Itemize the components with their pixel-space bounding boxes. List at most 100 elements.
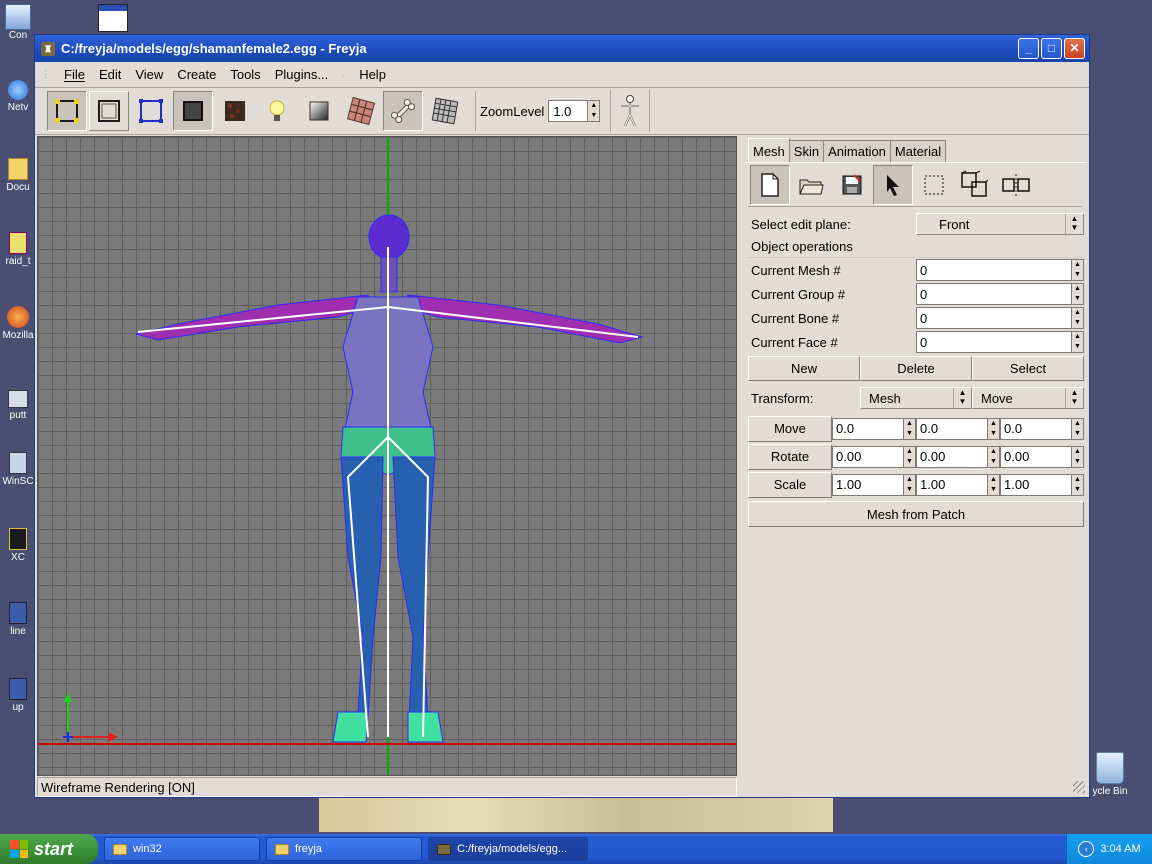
select-button[interactable]: Select [972,356,1084,381]
bone-icon [391,99,415,123]
zoom-input[interactable] [548,100,589,122]
mirror-button[interactable] [996,165,1036,205]
menu-file[interactable]: File [64,67,85,82]
current-mesh-input[interactable] [916,259,1072,281]
scale-button[interactable]: Scale [748,471,832,498]
desktop-icon-raid[interactable]: raid_t [0,232,36,267]
current-bone-spinner[interactable]: ▲ ▼ [1072,307,1084,329]
desktop-icon-network[interactable]: Netv [0,80,36,113]
taskbar-item-freyja-folder[interactable]: freyja [266,837,422,861]
mirror-cube-icon [1002,173,1030,196]
menu-edit[interactable]: Edit [99,67,121,82]
vertex-select-tool[interactable] [47,91,87,131]
scale-x-input[interactable] [832,473,904,496]
tab-mesh[interactable]: Mesh [748,138,790,162]
desktop-icon-documents[interactable]: Docu [0,158,36,193]
mesh-tab-content: Select edit plane: Front ▲ ▼ Object opera… [745,162,1087,527]
texture-render-tool[interactable] [215,91,255,131]
new-file-button[interactable] [750,164,790,205]
chevron-left-icon[interactable]: ‹ [1078,841,1095,857]
desktop-icon-up[interactable]: up [0,678,36,713]
spin-up-icon[interactable]: ▲ [588,101,599,111]
box-select-button[interactable] [914,165,954,205]
scale-z-input[interactable] [1000,473,1072,496]
tab-animation[interactable]: Animation [823,140,891,162]
move-button[interactable]: Move [748,415,832,442]
mesh-from-patch-button[interactable]: Mesh from Patch [748,501,1084,527]
gizmo-z [63,732,73,742]
wireframe-model[interactable] [38,137,737,776]
transform-target-select[interactable]: Mesh ▲ ▼ [860,387,972,409]
menu-tools[interactable]: Tools [230,67,260,82]
close-button[interactable]: ✕ [1064,38,1085,59]
delete-button[interactable]: Delete [860,356,972,381]
status-bar: Wireframe Rendering [ON] [37,777,737,797]
current-group-spinner[interactable]: ▲ ▼ [1072,283,1084,305]
clock[interactable]: 3:04 AM [1100,843,1140,855]
zoom-spinner[interactable]: ▲ ▼ [588,100,601,122]
rotate-y-input[interactable] [916,445,988,468]
face-select-tool[interactable] [89,91,129,131]
current-group-input[interactable] [916,283,1072,305]
mesh-grid-tool[interactable] [341,91,381,131]
spin-down-icon[interactable]: ▼ [588,111,599,121]
move-y-input[interactable] [916,417,988,440]
rotate-y-spinner[interactable]: ▲ ▼ [988,445,1000,468]
current-bone-input[interactable] [916,307,1072,329]
rotate-x-spinner[interactable]: ▲ ▼ [904,445,916,468]
move-x-input[interactable] [832,417,904,440]
minimize-button[interactable]: _ [1018,38,1039,59]
desktop-icon-shortcut[interactable] [98,4,128,32]
current-face-input[interactable] [916,331,1072,353]
scale-y-input[interactable] [916,473,988,496]
desktop-icon-winscp[interactable]: WinSC [0,452,36,487]
scale-z-spinner[interactable]: ▲ ▼ [1072,473,1084,496]
move-z-spinner[interactable]: ▲ ▼ [1072,417,1084,440]
rotate-button[interactable]: Rotate [748,443,832,470]
new-button[interactable]: New [748,356,860,381]
current-mesh-spinner[interactable]: ▲ ▼ [1072,259,1084,281]
app-icon [9,528,27,550]
scale-x-spinner[interactable]: ▲ ▼ [904,473,916,496]
save-file-button[interactable] [832,165,872,205]
desktop-icon-xc[interactable]: XC [0,528,36,563]
solid-render-tool[interactable] [173,91,213,131]
open-file-button[interactable] [791,165,831,205]
edit-plane-select[interactable]: Front ▲ ▼ [916,213,1084,235]
lighting-tool[interactable] [257,91,297,131]
material-tool[interactable] [299,91,339,131]
move-y-spinner[interactable]: ▲ ▼ [988,417,1000,440]
transform-mode-select[interactable]: Move ▲ ▼ [972,387,1084,409]
scale-y-spinner[interactable]: ▲ ▼ [988,473,1000,496]
duplicate-button[interactable] [955,165,995,205]
desktop-icon-line[interactable]: line [0,602,36,637]
desktop-icon-putty[interactable]: putt [0,390,36,421]
rotate-x-input[interactable] [832,445,904,468]
tab-skin[interactable]: Skin [788,140,825,162]
menu-plugins[interactable]: Plugins... [275,67,328,82]
tab-material[interactable]: Material [889,140,947,162]
model-viewport[interactable] [37,136,737,776]
resize-grip[interactable] [1073,781,1085,793]
skeleton-view-button[interactable] [610,90,651,132]
move-x-spinner[interactable]: ▲ ▼ [904,417,916,440]
current-face-spinner[interactable]: ▲ ▼ [1072,331,1084,353]
edge-select-tool[interactable] [131,91,171,131]
menu-create[interactable]: Create [177,67,216,82]
taskbar-item-freyja-app[interactable]: C:/freyja/models/egg... [428,837,588,861]
move-z-input[interactable] [1000,417,1072,440]
rotate-z-input[interactable] [1000,445,1072,468]
panel-tabs: Mesh Skin Animation Material [745,136,1087,162]
start-button[interactable]: start [0,834,98,864]
taskbar-item-win32[interactable]: win32 [104,837,260,861]
title-bar[interactable]: ♜ C:/freyja/models/egg/shamanfemale2.egg… [35,35,1089,62]
rotate-z-spinner[interactable]: ▲ ▼ [1072,445,1084,468]
menu-help[interactable]: Help [359,67,386,82]
grid-tool[interactable] [425,91,465,131]
menu-view[interactable]: View [135,67,163,82]
select-pointer-button[interactable] [873,164,913,205]
desktop-icon-computer[interactable]: Con [0,4,36,41]
bone-tool[interactable] [383,91,423,131]
desktop-icon-mozilla[interactable]: Mozilla [0,306,36,341]
maximize-button[interactable]: □ [1041,38,1062,59]
